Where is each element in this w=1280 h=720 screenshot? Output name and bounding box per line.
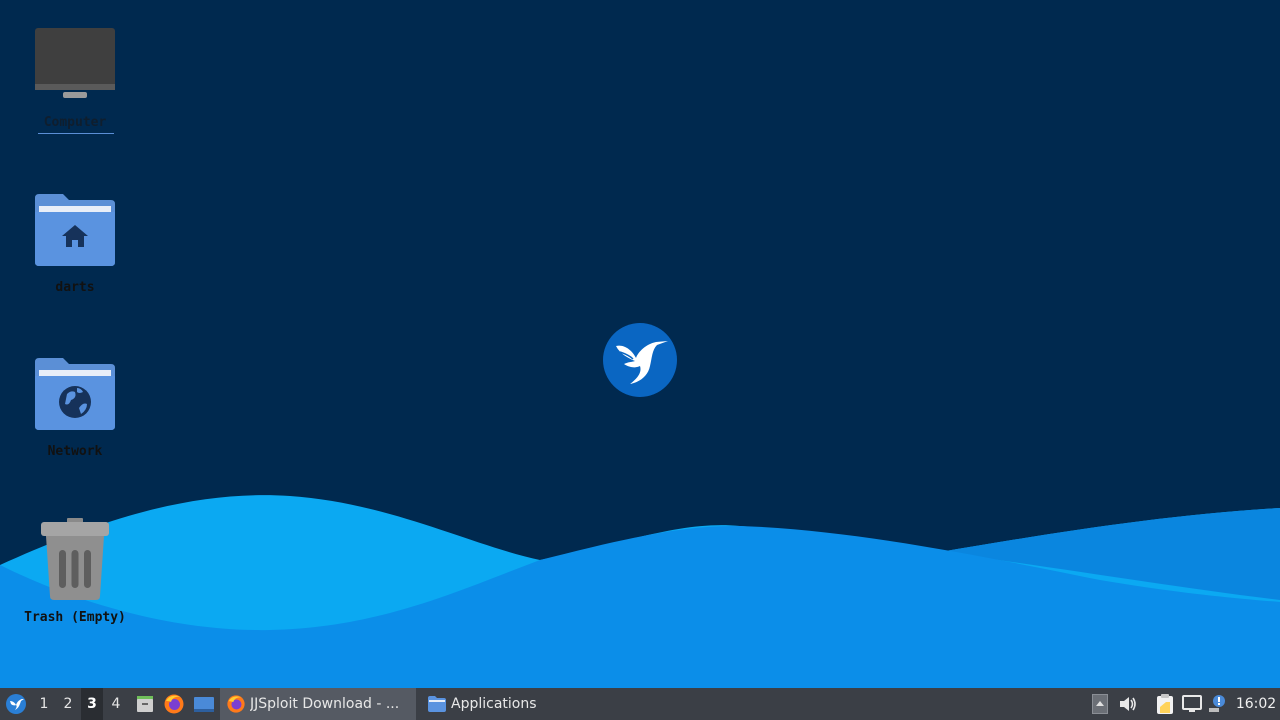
- file-manager-icon: [137, 696, 153, 712]
- desktop-icon-computer[interactable]: Computer: [15, 22, 135, 137]
- task-button-applications[interactable]: Applications: [421, 688, 591, 720]
- selection-underline: [38, 133, 114, 134]
- volume-icon: [1120, 697, 1136, 711]
- notification-icon: [1209, 695, 1225, 712]
- show-desktop-icon: [194, 697, 214, 712]
- network-icon: [1182, 695, 1202, 712]
- show-desktop-launcher[interactable]: [191, 688, 217, 720]
- hummingbird-logo-icon: [603, 323, 677, 397]
- folder-icon: [428, 696, 446, 712]
- trash-icon: [41, 518, 109, 600]
- desktop-icon-network[interactable]: Network: [15, 352, 135, 462]
- workspace-4[interactable]: 4: [105, 688, 127, 720]
- network-folder-icon: [35, 358, 115, 430]
- task-button-label: Applications: [451, 696, 537, 712]
- clock[interactable]: 16:02: [1234, 688, 1278, 720]
- firefox-launcher[interactable]: [161, 688, 187, 720]
- workspace-3[interactable]: 3: [81, 688, 103, 720]
- network-button[interactable]: [1180, 688, 1204, 720]
- start-menu-button[interactable]: [2, 688, 30, 720]
- desktop-icon-label: Network: [47, 444, 103, 459]
- desktop-icon-home[interactable]: darts: [15, 188, 135, 298]
- home-folder-icon: [35, 194, 115, 266]
- desktop-icon-label: Computer: [43, 115, 107, 130]
- clipboard-icon: [1157, 694, 1173, 714]
- up-arrow-icon: [1092, 694, 1108, 714]
- clipboard-button[interactable]: [1153, 688, 1177, 720]
- workspace-2[interactable]: 2: [57, 688, 79, 720]
- firefox-icon: [227, 695, 245, 713]
- tray-expand-button[interactable]: [1088, 688, 1112, 720]
- workspace-1[interactable]: 1: [33, 688, 55, 720]
- file-manager-launcher[interactable]: [132, 688, 158, 720]
- task-button-firefox[interactable]: JJSploit Download - ...: [220, 688, 416, 720]
- task-button-label: JJSploit Download - ...: [250, 696, 400, 712]
- distro-menu-icon: [6, 694, 26, 714]
- computer-icon: [35, 28, 115, 98]
- taskbar: 1 2 3 4 JJSploit Download - ... Applicat…: [0, 688, 1280, 720]
- notification-button[interactable]: [1205, 688, 1229, 720]
- desktop-icon-trash[interactable]: Trash (Empty): [15, 516, 135, 628]
- desktop-icon-label: darts: [55, 280, 95, 295]
- desktop-icon-label: Trash (Empty): [24, 610, 126, 625]
- volume-button[interactable]: [1116, 688, 1140, 720]
- firefox-icon: [164, 694, 184, 714]
